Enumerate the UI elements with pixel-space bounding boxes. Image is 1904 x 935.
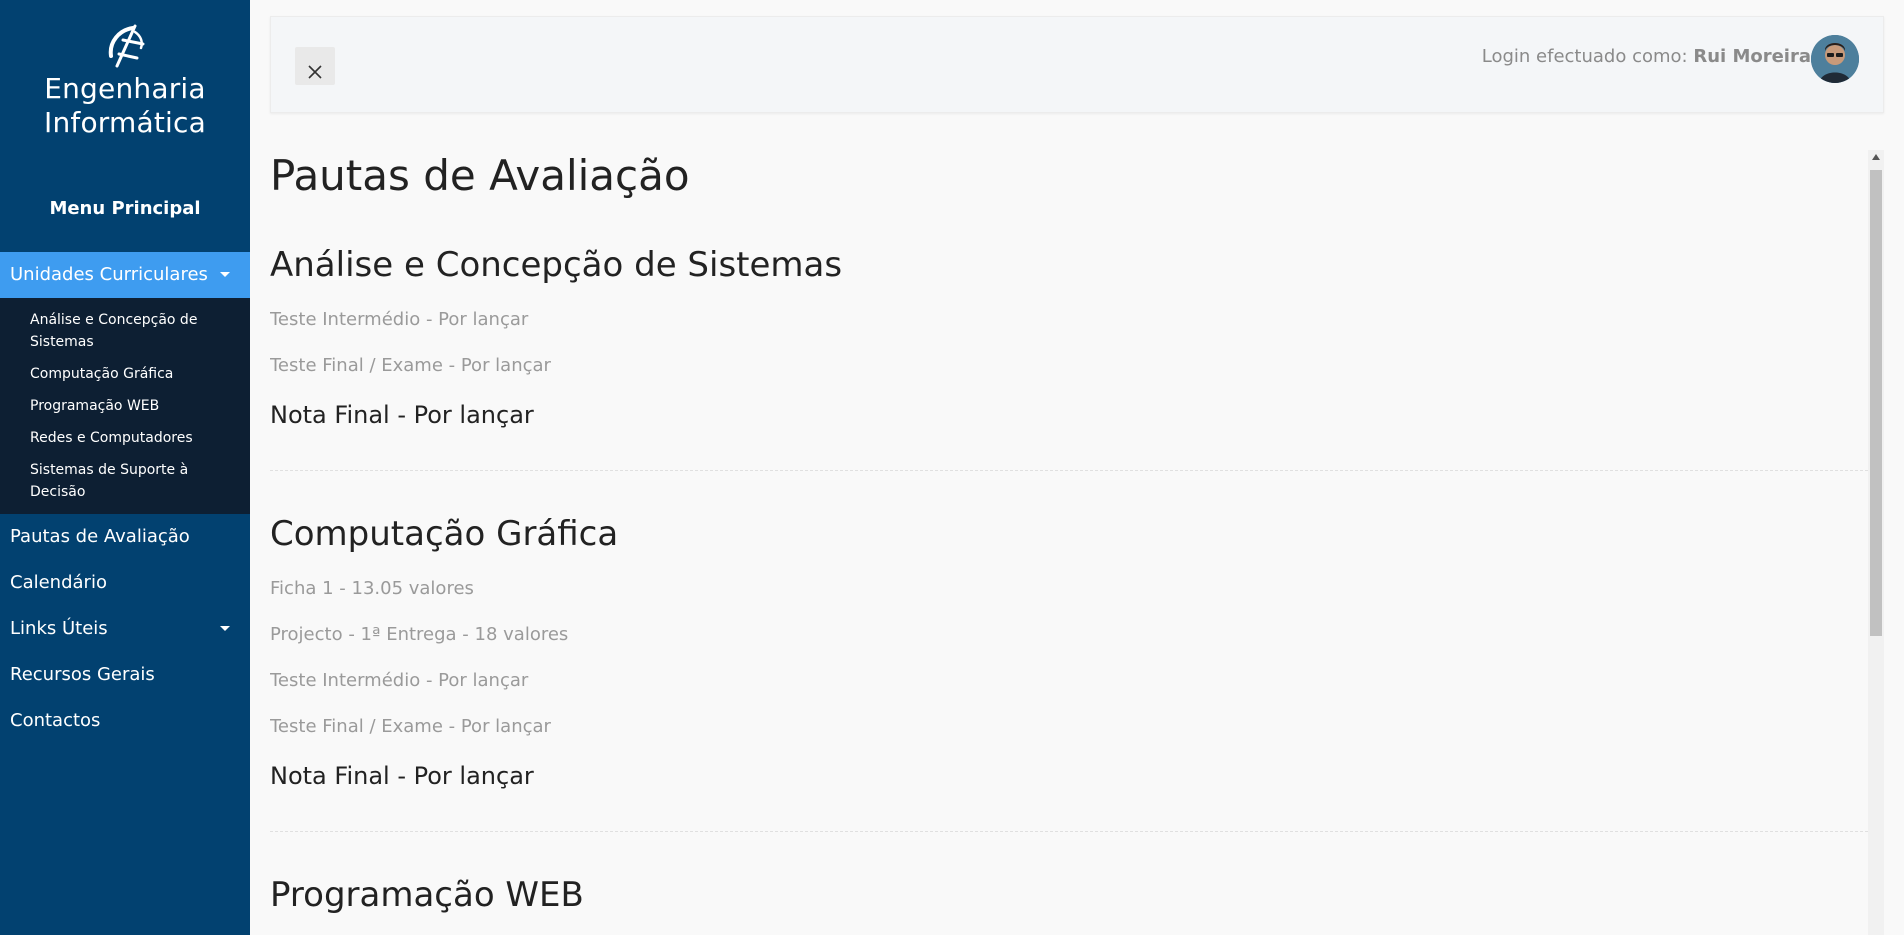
- course-section: Análise e Concepção de Sistemas Teste In…: [270, 202, 1868, 471]
- login-status: Login efectuado como: Rui Moreira: [1482, 45, 1811, 69]
- vertical-scrollbar[interactable]: [1868, 150, 1884, 935]
- caret-down-icon: [220, 626, 230, 631]
- sidebar: Engenharia Informática Menu Principal Un…: [0, 0, 250, 935]
- grade-line: Projecto - 1ª Entrega - 18 valores: [270, 624, 569, 645]
- submenu-unidades: Análise e Concepção de Sistemas Computaç…: [0, 298, 250, 514]
- course-title: Programação WEB: [270, 875, 584, 915]
- nav-item-calendario[interactable]: Calendário: [0, 560, 250, 606]
- main-nav: Unidades Curriculares Análise e Concepçã…: [0, 252, 250, 744]
- course-section: Computação Gráfica Ficha 1 - 13.05 valor…: [270, 471, 1868, 832]
- close-icon: [308, 64, 322, 79]
- nav-item-recursos-gerais[interactable]: Recursos Gerais: [0, 652, 250, 698]
- user-avatar-icon: [1811, 35, 1859, 83]
- course-section: Programação WEB: [270, 832, 1868, 935]
- submenu-item-acs[interactable]: Análise e Concepção de Sistemas: [0, 304, 250, 358]
- nav-item-label: Pautas de Avaliação: [10, 526, 190, 547]
- page-title: Pautas de Avaliação: [270, 151, 690, 200]
- submenu-item-cg[interactable]: Computação Gráfica: [0, 358, 250, 390]
- avatar[interactable]: [1811, 35, 1859, 83]
- final-grade: Nota Final - Por lançar: [270, 401, 534, 429]
- scroll-up-arrow-icon[interactable]: [1872, 154, 1880, 160]
- main-content: Pautas de Avaliação Análise e Concepção …: [270, 150, 1868, 935]
- nav-item-unidades-curriculares[interactable]: Unidades Curriculares: [0, 252, 250, 298]
- nav-item-label: Calendário: [10, 572, 107, 593]
- grade-line: Ficha 1 - 13.05 valores: [270, 578, 474, 599]
- brand-logo-icon: [108, 24, 145, 68]
- user-name[interactable]: Rui Moreira: [1693, 46, 1811, 67]
- topbar: Login efectuado como: Rui Moreira: [270, 16, 1884, 113]
- nav-item-label: Contactos: [10, 710, 101, 731]
- course-title: Computação Gráfica: [270, 514, 619, 554]
- grade-line: Teste Intermédio - Por lançar: [270, 670, 529, 691]
- login-prefix: Login efectuado como:: [1481, 46, 1688, 67]
- grade-line: Teste Final / Exame - Por lançar: [270, 716, 551, 737]
- app: Engenharia Informática Menu Principal Un…: [0, 0, 1904, 935]
- caret-down-icon: [220, 272, 230, 277]
- nav-item-links-uteis[interactable]: Links Úteis: [0, 606, 250, 652]
- scroll-thumb[interactable]: [1870, 170, 1882, 636]
- nav-item-contactos[interactable]: Contactos: [0, 698, 250, 744]
- close-sidebar-button[interactable]: [295, 47, 335, 85]
- nav-item-label: Recursos Gerais: [10, 664, 155, 685]
- nav-item-label: Links Úteis: [10, 618, 108, 639]
- submenu-item-pweb[interactable]: Programação WEB: [0, 390, 250, 422]
- nav-item-label: Unidades Curriculares: [10, 264, 208, 285]
- submenu-item-rc[interactable]: Redes e Computadores: [0, 422, 250, 454]
- grade-line: Teste Intermédio - Por lançar: [270, 309, 529, 330]
- final-grade: Nota Final - Por lançar: [270, 762, 534, 790]
- nav-item-pautas[interactable]: Pautas de Avaliação: [0, 514, 250, 560]
- brand: Engenharia Informática: [0, 22, 250, 140]
- course-title: Análise e Concepção de Sistemas: [270, 245, 843, 285]
- menu-title: Menu Principal: [49, 198, 201, 219]
- brand-title: Engenharia Informática: [44, 72, 206, 139]
- grade-line: Teste Final / Exame - Por lançar: [270, 355, 551, 376]
- submenu-item-ssd[interactable]: Sistemas de Suporte à Decisão: [0, 454, 250, 508]
